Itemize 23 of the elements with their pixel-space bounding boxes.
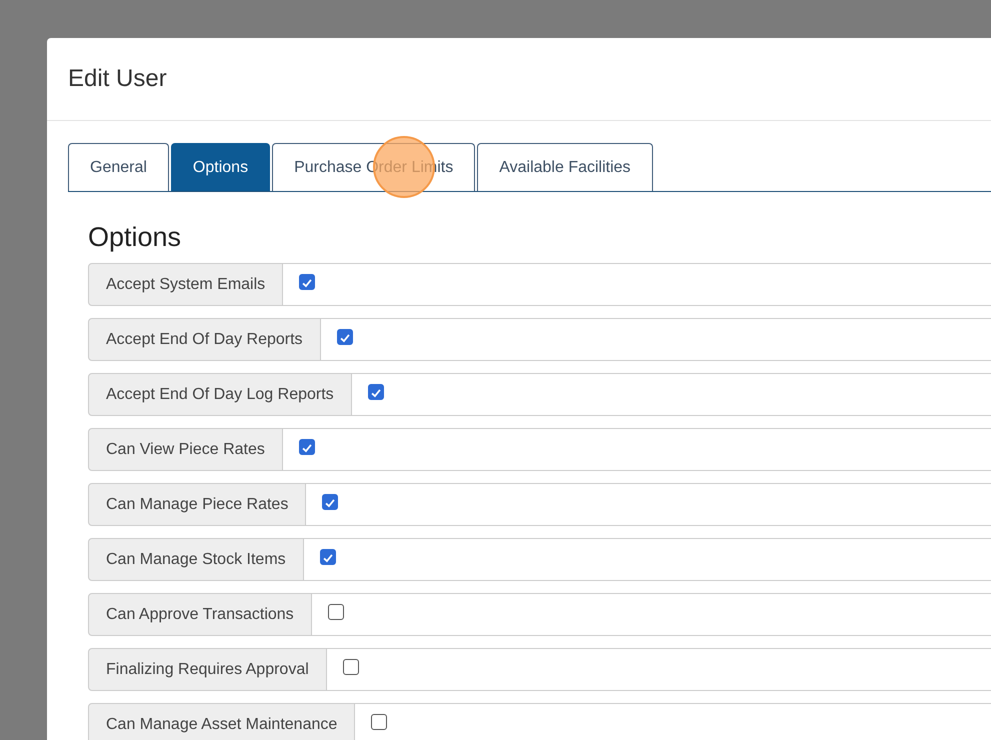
option-label: Can Manage Stock Items: [88, 538, 304, 581]
option-label: Accept End Of Day Reports: [88, 318, 321, 361]
section-heading: Options: [88, 222, 182, 253]
tab[interactable]: General: [68, 143, 169, 191]
option-label: Accept System Emails: [88, 263, 284, 306]
checkbox[interactable]: [342, 658, 359, 674]
checkbox[interactable]: [320, 548, 336, 564]
dialog-title: Edit User: [68, 65, 167, 93]
tab[interactable]: Options: [170, 143, 270, 191]
checkbox[interactable]: [298, 438, 315, 454]
checkbox[interactable]: [299, 274, 316, 290]
checkbox[interactable]: [336, 328, 353, 344]
option-label: Finalizing Requires Approval: [88, 648, 327, 691]
checkbox[interactable]: [322, 494, 338, 510]
option-label: Can Manage Asset Maintenance: [88, 703, 356, 740]
checkbox[interactable]: [368, 384, 384, 400]
tab[interactable]: Available Facilities: [477, 143, 653, 191]
checkbox[interactable]: [328, 604, 344, 620]
checkbox[interactable]: [371, 714, 388, 730]
option-label: Accept End Of Day Log Reports: [88, 373, 352, 416]
option-label: Can Manage Piece Rates: [88, 483, 306, 526]
option-label: Can Approve Transactions: [88, 593, 312, 636]
option-label: Can View Piece Rates: [88, 428, 283, 471]
